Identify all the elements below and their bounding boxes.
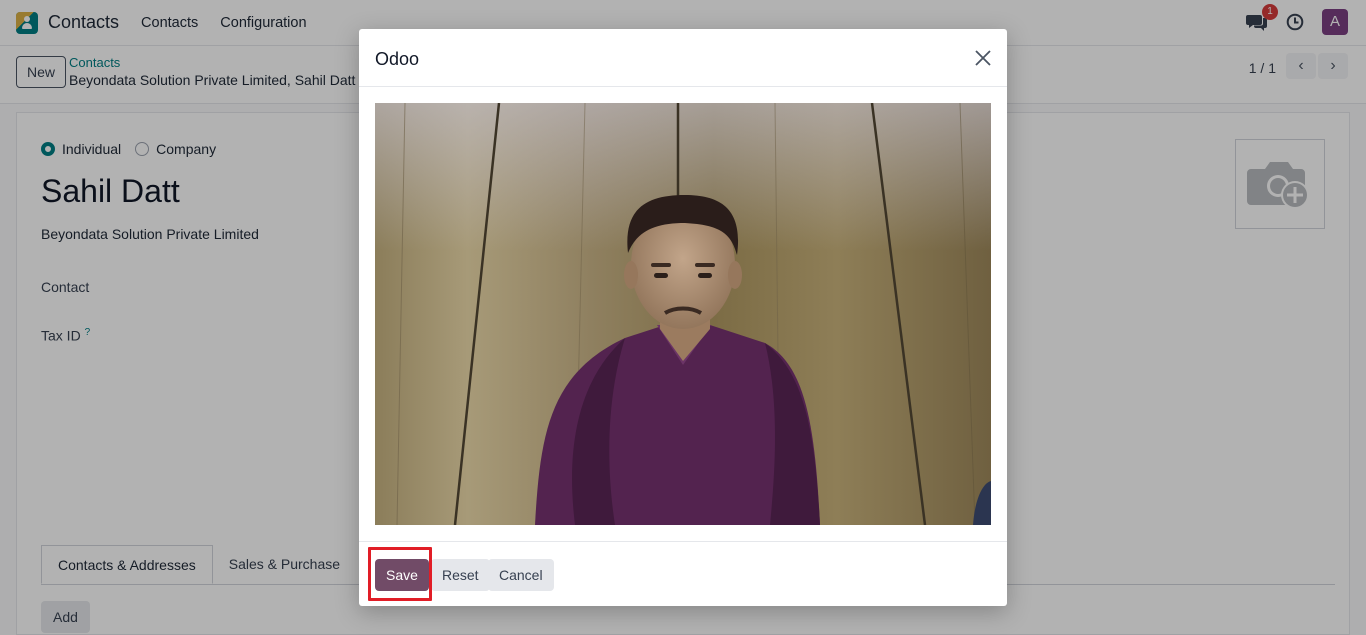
- reset-button[interactable]: Reset: [431, 559, 490, 591]
- webcam-snapshot-image: [375, 103, 991, 525]
- dialog-footer: Save Reset Cancel: [359, 541, 1007, 606]
- dialog-title: Odoo: [375, 49, 420, 69]
- close-icon[interactable]: [973, 48, 993, 68]
- webcam-dialog: Odoo Save Reset Cancel: [359, 29, 1007, 606]
- webcam-preview: [375, 103, 991, 525]
- save-highlight-box: [368, 547, 432, 601]
- cancel-button[interactable]: Cancel: [488, 559, 554, 591]
- dialog-header: Odoo: [359, 29, 1007, 87]
